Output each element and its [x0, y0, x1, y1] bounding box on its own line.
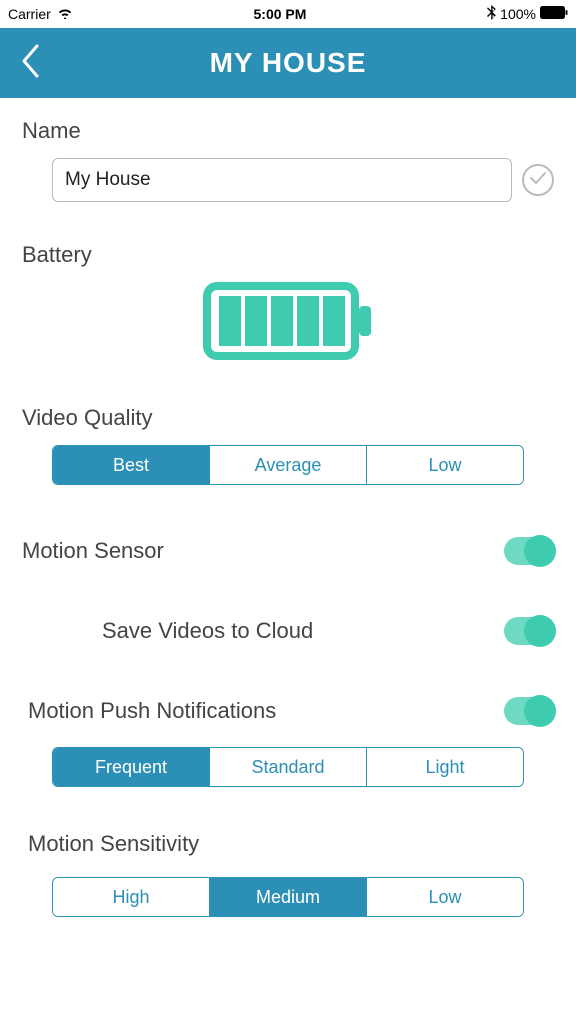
sensitivity-high[interactable]: High: [53, 878, 210, 916]
save-cloud-label: Save Videos to Cloud: [22, 618, 313, 644]
confirm-name-button[interactable]: [522, 164, 554, 196]
battery-level-icon: [203, 282, 373, 365]
motion-sensor-toggle[interactable]: [504, 537, 554, 565]
battery-label: Battery: [22, 242, 554, 268]
push-light[interactable]: Light: [367, 748, 523, 786]
push-frequent[interactable]: Frequent: [53, 748, 210, 786]
motion-sensor-label: Motion Sensor: [22, 538, 164, 564]
push-toggle[interactable]: [504, 697, 554, 725]
nav-bar: MY HOUSE: [0, 28, 576, 98]
page-title: MY HOUSE: [0, 47, 576, 79]
sensitivity-segmented: High Medium Low: [52, 877, 524, 917]
push-label: Motion Push Notifications: [28, 698, 276, 724]
wifi-icon: [57, 6, 73, 22]
name-input[interactable]: [52, 158, 512, 202]
sensitivity-label: Motion Sensitivity: [22, 831, 554, 857]
battery-status-icon: [540, 6, 568, 22]
battery-pct: 100%: [500, 6, 536, 22]
video-quality-average[interactable]: Average: [210, 446, 367, 484]
save-cloud-toggle[interactable]: [504, 617, 554, 645]
push-frequency-segmented: Frequent Standard Light: [52, 747, 524, 787]
sensitivity-low[interactable]: Low: [367, 878, 523, 916]
carrier-label: Carrier: [8, 6, 51, 22]
sensitivity-medium[interactable]: Medium: [210, 878, 367, 916]
back-button[interactable]: [20, 44, 40, 83]
status-bar: Carrier 5:00 PM 100%: [0, 0, 576, 28]
push-standard[interactable]: Standard: [210, 748, 367, 786]
video-quality-segmented: Best Average Low: [52, 445, 524, 485]
bluetooth-icon: [487, 5, 496, 23]
video-quality-best[interactable]: Best: [53, 446, 210, 484]
clock: 5:00 PM: [254, 6, 307, 22]
video-quality-low[interactable]: Low: [367, 446, 523, 484]
checkmark-icon: [529, 171, 547, 190]
video-quality-label: Video Quality: [22, 405, 554, 431]
content: Name Battery Video Quality Best Average …: [0, 98, 576, 917]
name-label: Name: [22, 118, 554, 144]
